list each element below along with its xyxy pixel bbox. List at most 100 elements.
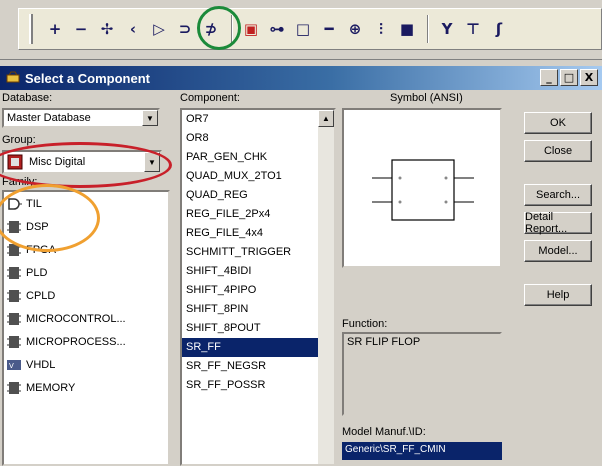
component-item[interactable]: QUAD_REG <box>182 186 320 205</box>
component-item[interactable]: SHIFT_4BIDI <box>182 262 320 281</box>
family-item[interactable]: FPGA <box>4 238 168 261</box>
antenna-icon[interactable]: Y <box>435 15 459 43</box>
ok-button[interactable]: OK <box>524 112 592 134</box>
family-item[interactable]: DSP <box>4 215 168 238</box>
ttl-gate-icon <box>6 196 26 212</box>
chip-icon <box>6 380 26 396</box>
component-item[interactable]: QUAD_MUX_2TO1 <box>182 167 320 186</box>
chip-icon <box>6 334 26 350</box>
transistor-icon[interactable]: ⊃ <box>173 15 197 43</box>
mixed-icon[interactable]: ⊶ <box>265 15 289 43</box>
component-list[interactable]: OR7 OR8 PAR_GEN_CHK QUAD_MUX_2TO1 QUAD_REG RE… <box>180 108 336 466</box>
family-item-label: MICROCONTROL... <box>26 312 126 325</box>
scroll-up-icon[interactable]: ▲ <box>318 110 334 127</box>
svg-text:V: V <box>9 362 14 370</box>
dialog-title: Select a Component <box>25 70 150 86</box>
group-label: Group: <box>2 134 36 146</box>
component-item[interactable]: REG_FILE_2Px4 <box>182 205 320 224</box>
component-item[interactable]: PAR_GEN_CHK <box>182 148 320 167</box>
family-item[interactable]: PLD <box>4 261 168 284</box>
component-rows: OR7 OR8 PAR_GEN_CHK QUAD_MUX_2TO1 QUAD_REG RE… <box>182 110 320 395</box>
flip-flop-symbol <box>372 159 474 221</box>
database-value: Master Database <box>7 112 91 124</box>
family-item[interactable]: V VHDL <box>4 353 168 376</box>
model-button[interactable]: Model... <box>524 240 592 262</box>
model-value: Generic\SR_FF_CMIN <box>345 444 446 455</box>
family-item-label: MICROPROCESS... <box>26 335 126 348</box>
help-button[interactable]: Help <box>524 284 592 306</box>
component-item[interactable]: SHIFT_4PIPO <box>182 281 320 300</box>
misc-digital-icon[interactable]: ▣ <box>239 15 263 43</box>
highlight-ring-green <box>197 6 241 50</box>
database-label: Database: <box>2 92 53 104</box>
function-text: SR FLIP FLOP <box>342 332 502 416</box>
minimize-button[interactable]: _ <box>540 69 558 86</box>
toolbar-grip[interactable] <box>29 14 33 44</box>
hier-icon[interactable]: ʃ <box>487 15 511 43</box>
close-window-button[interactable]: X <box>580 69 598 86</box>
multi-icon[interactable]: ✢ <box>95 15 119 43</box>
family-label: Family: <box>2 176 38 188</box>
component-item[interactable]: REG_FILE_4x4 <box>182 224 320 243</box>
minus-icon[interactable]: − <box>69 15 93 43</box>
component-toolbar: + − ✢ ‹ ▷ ⊃ ⊅ ▣ ⊶ □ ━ ⊕ ⫶ ■ Y ⊤ ʃ <box>0 0 602 60</box>
chevron-down-icon[interactable]: ▼ <box>142 110 158 126</box>
detail-report-button[interactable]: Detail Report... <box>524 211 592 235</box>
symbol-label: Symbol (ANSI) <box>390 92 463 104</box>
group-value: Misc Digital <box>29 156 86 168</box>
component-item[interactable]: SHIFT_8PIN <box>182 300 320 319</box>
misc-digital-icon <box>7 154 23 170</box>
chip-icon <box>6 311 26 327</box>
component-item[interactable]: SHIFT_8POUT <box>182 319 320 338</box>
window-buttons: _ □ X <box>538 69 598 86</box>
family-item[interactable]: TIL <box>4 192 168 215</box>
select-component-dialog: Select a Component _ □ X Database: Maste… <box>0 62 602 466</box>
function-value: SR FLIP FLOP <box>347 336 421 348</box>
less-icon[interactable]: ‹ <box>121 15 145 43</box>
component-item[interactable]: OR7 <box>182 110 320 129</box>
component-item[interactable]: SR_FF_NEGSR <box>182 357 320 376</box>
family-item-label: FPGA <box>26 243 56 256</box>
family-item-label: TIL <box>26 197 42 210</box>
vhdl-icon: V <box>6 357 26 373</box>
toolbar-strip: + − ✢ ‹ ▷ ⊃ ⊅ ▣ ⊶ □ ━ ⊕ ⫶ ■ Y ⊤ ʃ <box>18 8 602 50</box>
component-item[interactable]: SR_FF_POSSR <box>182 376 320 395</box>
family-item-label: PLD <box>26 266 48 279</box>
component-item[interactable]: SR_FF <box>182 338 320 357</box>
family-item[interactable]: MICROCONTROL... <box>4 307 168 330</box>
component-label: Component: <box>180 92 240 104</box>
dialog-titlebar[interactable]: Select a Component _ □ X <box>0 66 602 90</box>
diode-icon[interactable]: ▷ <box>147 15 171 43</box>
model-field[interactable]: Generic\SR_FF_CMIN <box>342 442 502 460</box>
indicator-icon[interactable]: □ <box>291 15 315 43</box>
power-icon[interactable]: ━ <box>317 15 341 43</box>
scrollbar-track[interactable] <box>318 127 334 464</box>
model-label: Model Manuf.\ID: <box>342 426 426 438</box>
misc-icon[interactable]: ⊕ <box>343 15 367 43</box>
chip-icon <box>6 288 26 304</box>
toolbar-separator <box>427 15 429 43</box>
rf-icon[interactable]: ⫶ <box>369 15 393 43</box>
source-plus-icon[interactable]: + <box>43 15 67 43</box>
toolbar-buttons: + − ✢ ‹ ▷ ⊃ ⊅ ▣ ⊶ □ ━ ⊕ ⫶ ■ Y ⊤ ʃ <box>43 15 513 43</box>
chevron-down-icon[interactable]: ▼ <box>144 152 160 172</box>
family-item-label: MEMORY <box>26 381 76 394</box>
family-item[interactable]: MEMORY <box>4 376 168 399</box>
electromech-icon[interactable]: ■ <box>395 15 419 43</box>
family-item[interactable]: MICROPROCESS... <box>4 330 168 353</box>
family-item-label: DSP <box>26 220 49 233</box>
chip-icon <box>6 265 26 281</box>
family-item-label: CPLD <box>26 289 56 302</box>
group-select[interactable]: Misc Digital ▼ <box>2 150 162 174</box>
family-item[interactable]: CPLD <box>4 284 168 307</box>
chip-icon <box>6 242 26 258</box>
family-list[interactable]: TIL DSP FPGA PLD CPLD MICROCONTROL... MICROPRO… <box>2 190 170 466</box>
component-item[interactable]: SCHMITT_TRIGGER <box>182 243 320 262</box>
component-item[interactable]: OR8 <box>182 129 320 148</box>
maximize-button[interactable]: □ <box>560 69 578 86</box>
search-button[interactable]: Search... <box>524 184 592 206</box>
close-button[interactable]: Close <box>524 140 592 162</box>
database-select[interactable]: Master Database ▼ <box>2 108 160 128</box>
symbol-preview <box>342 108 502 268</box>
ladder-icon[interactable]: ⊤ <box>461 15 485 43</box>
